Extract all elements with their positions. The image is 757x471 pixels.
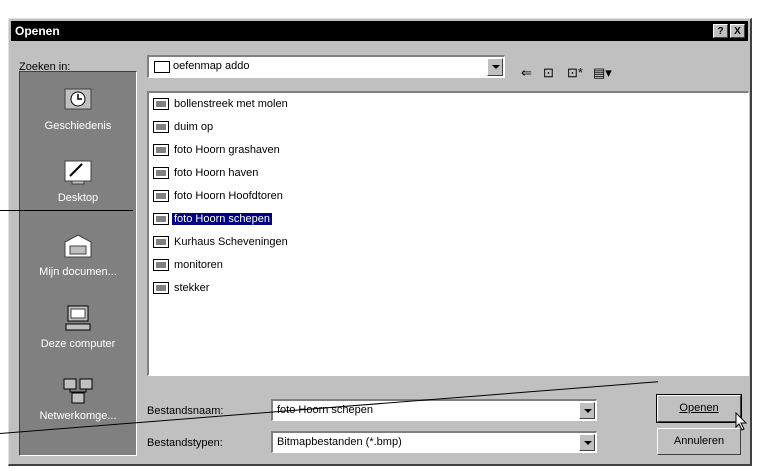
lookin-dropdown-button[interactable] bbox=[487, 58, 503, 76]
my-computer-icon bbox=[65, 305, 91, 331]
file-item[interactable]: foto Hoorn Hoofdtoren bbox=[153, 190, 285, 206]
bitmap-file-icon bbox=[153, 144, 169, 157]
filetype-label: Bestandstypen: bbox=[147, 437, 223, 449]
cancel-button[interactable]: Annuleren bbox=[657, 428, 741, 455]
filename-combobox[interactable]: foto Hoorn schepen bbox=[271, 399, 597, 421]
folder-icon bbox=[154, 61, 170, 73]
title-bar: Openen ? X bbox=[11, 21, 748, 41]
file-item[interactable]: foto Hoorn haven bbox=[153, 167, 260, 183]
file-item-selected[interactable]: foto Hoorn schepen bbox=[153, 213, 273, 229]
filetype-dropdown-button[interactable] bbox=[579, 434, 595, 451]
bitmap-file-icon bbox=[153, 282, 169, 295]
cancel-button-label: Annuleren bbox=[673, 435, 725, 447]
place-label: Netwerkomge... bbox=[39, 410, 117, 422]
place-label: Desktop bbox=[57, 192, 99, 204]
bitmap-file-icon bbox=[153, 98, 169, 111]
file-item[interactable]: Kurhaus Scheveningen bbox=[153, 236, 290, 252]
place-desktop[interactable]: Desktop bbox=[20, 158, 136, 204]
place-label: Mijn documen... bbox=[39, 266, 117, 278]
place-label: Geschiedenis bbox=[44, 120, 112, 132]
file-item[interactable]: duim op bbox=[153, 121, 215, 137]
callout-line bbox=[0, 210, 133, 211]
dialog-title: Openen bbox=[15, 24, 60, 38]
file-item[interactable]: monitoren bbox=[153, 259, 225, 275]
filename-dropdown-button[interactable] bbox=[579, 402, 595, 419]
place-my-computer[interactable]: Deze computer bbox=[20, 304, 136, 350]
back-icon[interactable]: ⇐ bbox=[521, 65, 532, 81]
bitmap-file-icon bbox=[153, 121, 169, 134]
history-icon bbox=[64, 88, 92, 110]
open-button-label: Openen bbox=[679, 402, 719, 414]
network-icon bbox=[63, 378, 93, 404]
views-menu-icon[interactable]: ▤▾ bbox=[593, 65, 612, 81]
place-history[interactable]: Geschiedenis bbox=[20, 86, 136, 132]
file-item[interactable]: foto Hoorn grashaven bbox=[153, 144, 282, 160]
place-my-documents[interactable]: Mijn documen... bbox=[20, 232, 136, 278]
mouse-cursor-icon bbox=[735, 412, 748, 431]
close-button[interactable]: X bbox=[730, 24, 745, 38]
file-item[interactable]: bollenstreek met molen bbox=[153, 98, 290, 114]
help-button[interactable]: ? bbox=[713, 24, 728, 38]
places-bar: Geschiedenis Desktop Mijn documen... Dez… bbox=[19, 71, 137, 456]
open-dialog: Openen ? X Zoeken in: oefenmap addo ⇐ ⊡ … bbox=[8, 18, 752, 466]
my-documents-icon bbox=[64, 234, 92, 258]
lookin-value: oefenmap addo bbox=[173, 60, 250, 72]
file-list[interactable]: bollenstreek met molen duim op foto Hoor… bbox=[147, 91, 749, 376]
place-network[interactable]: Netwerkomge... bbox=[20, 376, 136, 422]
lookin-combobox[interactable]: oefenmap addo bbox=[147, 55, 505, 78]
filetype-value: Bitmapbestanden (*.bmp) bbox=[277, 436, 402, 448]
up-folder-icon[interactable]: ⊡ bbox=[543, 65, 554, 81]
bitmap-file-icon bbox=[153, 190, 169, 203]
filename-label: Bestandsnaam: bbox=[147, 405, 224, 417]
place-label: Deze computer bbox=[40, 338, 116, 350]
bitmap-file-icon bbox=[153, 213, 169, 226]
bitmap-file-icon bbox=[153, 167, 169, 180]
bitmap-file-icon bbox=[153, 236, 169, 249]
new-folder-icon[interactable]: ⊡* bbox=[567, 65, 583, 81]
desktop-icon bbox=[64, 160, 92, 185]
file-item[interactable]: stekker bbox=[153, 282, 211, 298]
open-button[interactable]: Openen bbox=[656, 394, 742, 423]
bitmap-file-icon bbox=[153, 259, 169, 272]
filetype-combobox[interactable]: Bitmapbestanden (*.bmp) bbox=[271, 431, 597, 453]
